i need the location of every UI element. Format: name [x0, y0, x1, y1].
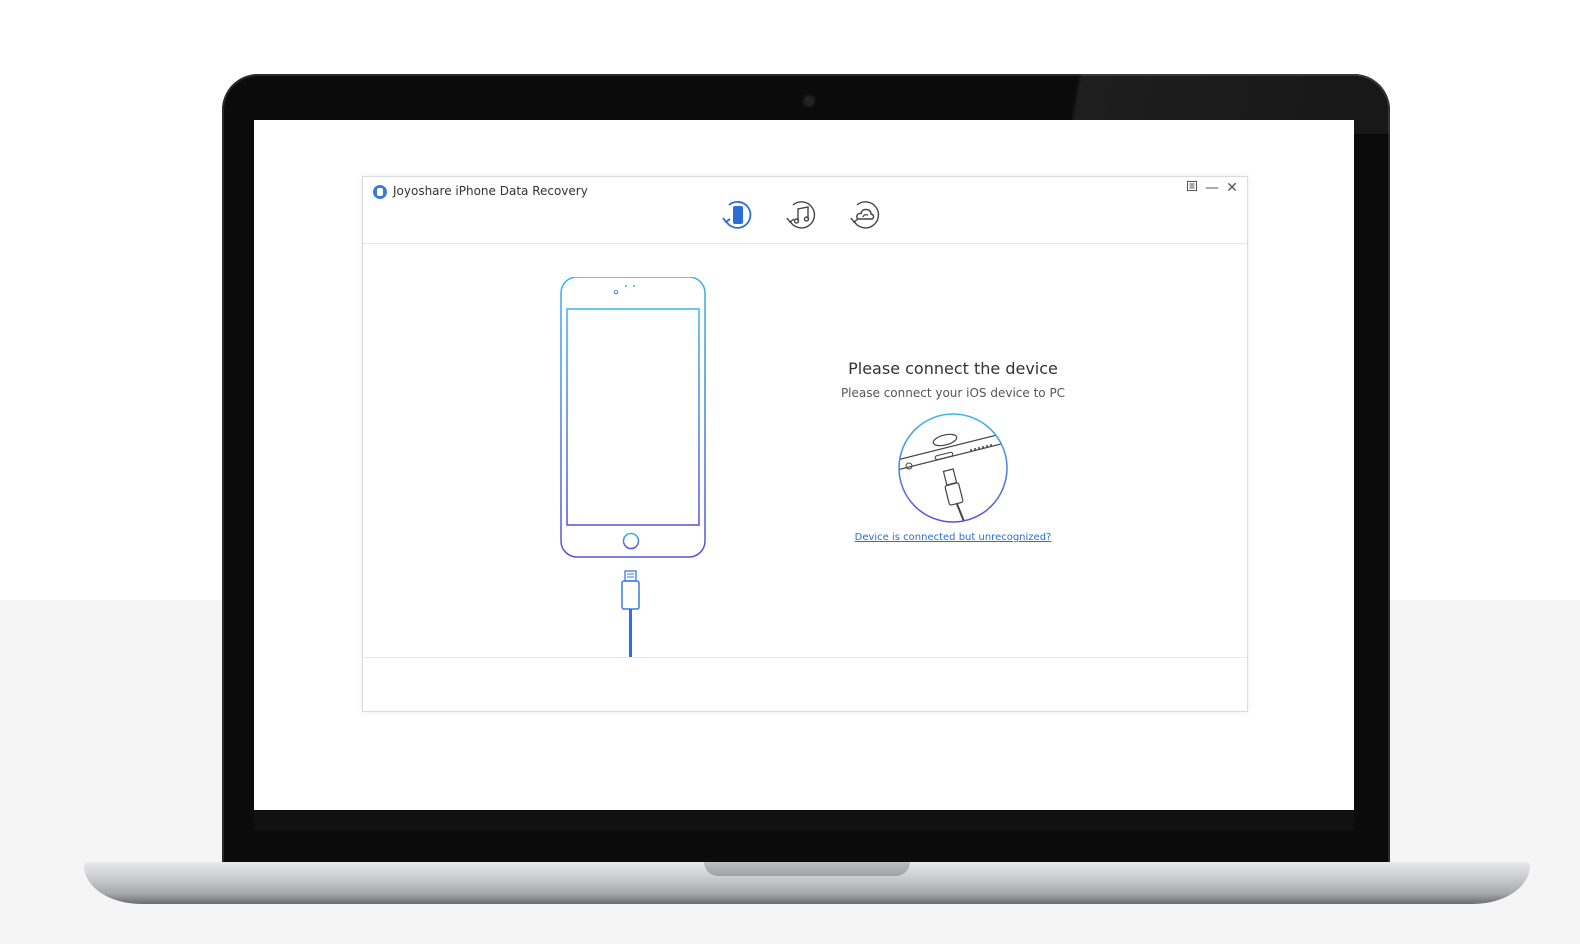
- lightning-port-icon: [898, 413, 1008, 523]
- menu-icon[interactable]: [1185, 180, 1199, 196]
- connect-panel: Please connect the device Please connect…: [833, 359, 1073, 544]
- itunes-restore-icon[interactable]: [783, 197, 819, 233]
- app-title: Joyoshare iPhone Data Recovery: [393, 184, 588, 198]
- laptop-notch: [704, 862, 910, 876]
- camera-icon: [804, 96, 814, 106]
- title-bar: Joyoshare iPhone Data Recovery — ✕: [363, 177, 1247, 244]
- icloud-restore-icon[interactable]: [847, 197, 883, 233]
- connect-subtitle: Please connect your iOS device to PC: [840, 386, 1066, 400]
- laptop-lid: Joyoshare iPhone Data Recovery — ✕ Pleas…: [222, 74, 1390, 864]
- close-button[interactable]: ✕: [1225, 180, 1239, 196]
- laptop-base: [84, 862, 1530, 904]
- mode-tabs: [719, 197, 883, 233]
- iphone-restore-icon[interactable]: [719, 197, 755, 233]
- iphone-illustration-icon: [560, 277, 706, 657]
- unrecognized-device-link[interactable]: Device is connected but unrecognized?: [855, 532, 1052, 543]
- footer-divider: [363, 657, 1247, 658]
- window-controls: — ✕: [1185, 180, 1239, 196]
- laptop-screen: Joyoshare iPhone Data Recovery — ✕ Pleas…: [254, 120, 1354, 810]
- connect-title: Please connect the device: [848, 359, 1058, 378]
- bezel-bottom: [254, 811, 1354, 831]
- app-window: Joyoshare iPhone Data Recovery — ✕ Pleas…: [362, 176, 1248, 712]
- app-logo-icon: [373, 185, 387, 199]
- minimize-button[interactable]: —: [1205, 180, 1219, 196]
